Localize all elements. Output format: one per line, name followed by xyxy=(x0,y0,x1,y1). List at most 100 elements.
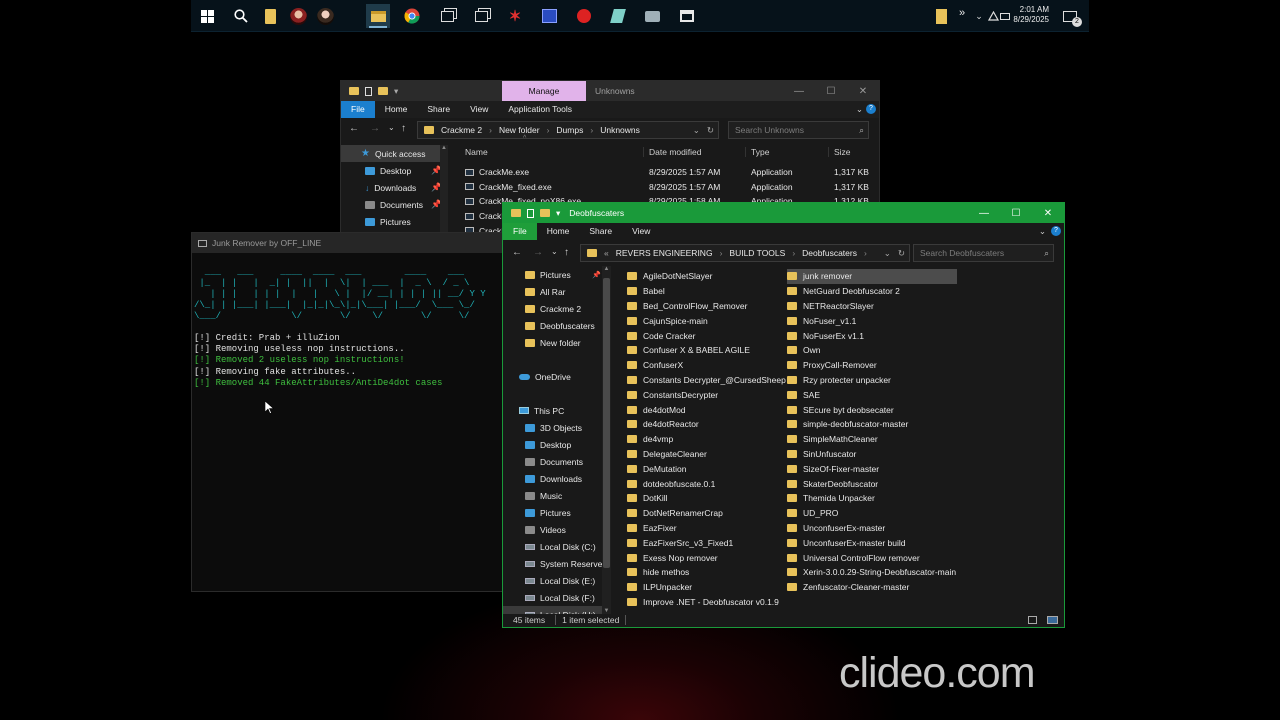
teal-app-icon[interactable] xyxy=(606,4,630,28)
dropdown-icon[interactable]: ▾ xyxy=(556,208,560,219)
scroll-thumb[interactable] xyxy=(603,278,610,568)
breadcrumb-item[interactable]: Deobfuscaters xyxy=(802,248,857,258)
gray-app-icon[interactable] xyxy=(640,4,664,28)
tab-share[interactable]: Share xyxy=(579,223,622,240)
red-star-app-icon[interactable]: ✶ xyxy=(503,4,527,28)
folder-item[interactable]: dotdeobfuscate.0.1 xyxy=(627,476,787,491)
folder-item[interactable]: ConstantsDecrypter xyxy=(627,387,787,402)
folder-item[interactable]: junk remover xyxy=(787,269,957,284)
breadcrumb-item[interactable]: Crackme 2 xyxy=(441,125,482,135)
folder-item[interactable]: SimpleMathCleaner xyxy=(787,432,957,447)
folder-item[interactable]: EazFixerSrc_v3_Fixed1 xyxy=(627,535,787,550)
folder-item[interactable]: de4vmp xyxy=(627,432,787,447)
table-row[interactable]: CrackMe_fixed.exe 8/29/2025 1:57 AM Applic… xyxy=(465,180,879,195)
folder-item[interactable]: SEcure byt deobsecater xyxy=(787,402,957,417)
folder-item[interactable]: NoFuser_v1.1 xyxy=(787,313,957,328)
nav-quick-access[interactable]: ★ Quick access xyxy=(341,145,446,162)
table-row[interactable]: CrackMe.exe 8/29/2025 1:57 AM Application 1… xyxy=(465,165,879,180)
nav-item[interactable]: System Reserved xyxy=(503,555,603,572)
folder-item[interactable]: Themida Unpacker xyxy=(787,491,957,506)
up-icon[interactable]: ↑ xyxy=(401,123,406,134)
column-header-size[interactable]: Size xyxy=(828,147,851,157)
file-explorer-taskbar-icon[interactable] xyxy=(258,4,282,28)
tab-file[interactable]: File xyxy=(503,223,537,240)
properties-icon[interactable] xyxy=(527,208,534,218)
folder-item[interactable]: Babel xyxy=(627,284,787,299)
folder-tray-icon[interactable] xyxy=(929,4,953,28)
console-window[interactable]: Junk Remover by OFF_LINE ___ ___ ____ __… xyxy=(192,233,504,591)
nav-item[interactable]: This PC xyxy=(503,402,603,419)
nav-item[interactable]: Downloads xyxy=(503,470,603,487)
folder-item[interactable]: DeMutation xyxy=(627,461,787,476)
tab-view[interactable]: View xyxy=(460,101,498,118)
folder-item[interactable]: Rzy protecter unpacker xyxy=(787,373,957,388)
recent-dropdown-icon[interactable]: ⌄ xyxy=(551,247,558,256)
nav-item[interactable]: Pictures xyxy=(503,504,603,521)
address-bar[interactable]: « REVERS ENGINEERING › BUILD TOOLS › Deobf… xyxy=(580,244,910,262)
folder-item[interactable]: Own xyxy=(787,343,957,358)
folder-item[interactable]: SizeOf-Fixer-master xyxy=(787,461,957,476)
minimize-button[interactable]: — xyxy=(783,81,815,101)
folder-item[interactable]: NetGuard Deobfuscator 2 xyxy=(787,284,957,299)
tab-home[interactable]: Home xyxy=(537,223,580,240)
column-header-type[interactable]: Type xyxy=(745,147,769,157)
tab-application-tools[interactable]: Application Tools xyxy=(498,101,582,118)
breadcrumb-item[interactable]: New folder xyxy=(499,125,540,135)
close-button[interactable]: ✕ xyxy=(1032,203,1064,223)
notification-icon[interactable]: 2 xyxy=(1058,4,1082,28)
folder-item[interactable]: SinUnfuscator xyxy=(787,447,957,462)
ribbon-expand-icon[interactable]: ⌄ xyxy=(856,104,863,115)
back-icon[interactable]: ← xyxy=(349,123,359,134)
help-icon[interactable]: ? xyxy=(1051,226,1061,236)
forward-icon[interactable]: → xyxy=(370,123,380,134)
folder-item[interactable]: CajunSpice-main xyxy=(627,313,787,328)
manage-tab[interactable]: Manage xyxy=(502,81,586,101)
nav-item[interactable]: Local Disk (F:) xyxy=(503,589,603,606)
avatar-app-2-icon[interactable] xyxy=(313,4,337,28)
help-icon[interactable]: ? xyxy=(866,104,876,114)
nav-item[interactable]: Documents xyxy=(503,453,603,470)
monitor-icon[interactable] xyxy=(998,4,1012,28)
new-folder-icon[interactable] xyxy=(540,209,550,217)
tab-share[interactable]: Share xyxy=(417,101,460,118)
nav-pictures[interactable]: Pictures xyxy=(341,213,446,230)
address-bar[interactable]: Crackme 2 › New folder › Dumps › Unknowns ⌄… xyxy=(417,121,719,139)
folder-item[interactable]: AgileDotNetSlayer xyxy=(627,269,787,284)
nav-downloads[interactable]: ↓ Downloads 📌 xyxy=(341,179,446,196)
blue-app-icon[interactable] xyxy=(537,4,561,28)
nav-scrollbar[interactable]: ▲ xyxy=(440,145,448,241)
nav-item[interactable]: Desktop xyxy=(503,436,603,453)
title-bar[interactable]: ▾ Manage Unknowns — ☐ ✕ xyxy=(341,81,879,101)
folder-item[interactable]: SAE xyxy=(787,387,957,402)
folder-item[interactable]: hide methos xyxy=(627,565,787,580)
folder-item[interactable]: NoFuserEx v1.1 xyxy=(787,328,957,343)
red-circle-app-icon[interactable] xyxy=(572,4,596,28)
breadcrumb-item[interactable]: BUILD TOOLS xyxy=(729,248,785,258)
refresh-icon[interactable]: ↻ xyxy=(707,125,714,136)
nav-item[interactable]: Crackme 2 xyxy=(503,300,603,317)
chrome-icon[interactable] xyxy=(400,4,424,28)
folder-item[interactable]: UD_PRO xyxy=(787,506,957,521)
folder-item[interactable]: SkaterDeobfuscator xyxy=(787,476,957,491)
search-taskbar-button[interactable] xyxy=(229,4,253,28)
avatar-app-1-icon[interactable] xyxy=(286,4,310,28)
new-folder-icon[interactable] xyxy=(378,87,388,95)
details-view-icon[interactable] xyxy=(1028,615,1037,624)
breadcrumb-item[interactable]: REVERS ENGINEERING xyxy=(616,248,713,258)
folder-item[interactable]: DelegateCleaner xyxy=(627,447,787,462)
nav-item[interactable]: OneDrive xyxy=(503,368,603,385)
folder-item[interactable]: Zenfuscator-Cleaner-master xyxy=(787,580,957,595)
folder-item[interactable]: Constants Decrypter_@CursedSheep xyxy=(627,373,787,388)
forward-icon[interactable]: → xyxy=(533,247,543,258)
search-input[interactable]: Search Unknowns ⌕ xyxy=(728,121,869,139)
column-header-date[interactable]: Date modified xyxy=(643,147,701,157)
address-dropdown-icon[interactable]: ⌄ xyxy=(884,248,891,259)
nav-item[interactable]: 3D Objects xyxy=(503,419,603,436)
task-view-icon[interactable] xyxy=(435,4,459,28)
nav-scrollbar[interactable]: ▲ ▼ xyxy=(602,266,611,614)
windows-stack-icon[interactable] xyxy=(469,4,493,28)
refresh-icon[interactable]: ↻ xyxy=(898,248,905,259)
minimize-button[interactable]: — xyxy=(968,203,1000,223)
nav-desktop[interactable]: Desktop 📌 xyxy=(341,162,446,179)
breadcrumb-item[interactable]: Dumps xyxy=(556,125,583,135)
